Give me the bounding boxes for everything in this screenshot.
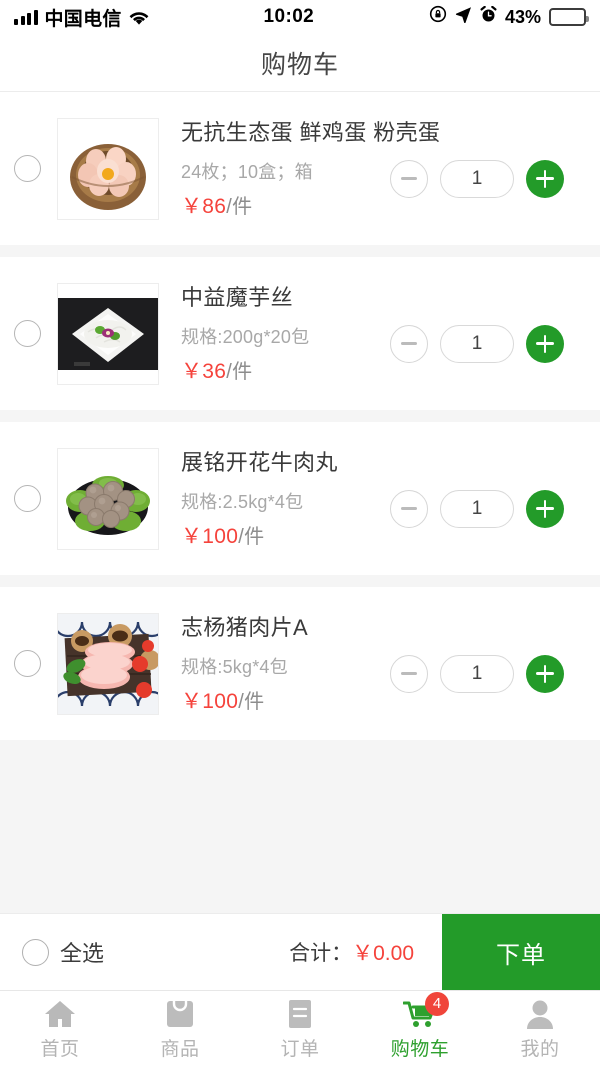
status-bar: 中国电信 10:02 43% <box>0 0 600 34</box>
tab-cart[interactable]: 4 购物车 <box>360 991 480 1067</box>
total-display: 合计：￥0.00 <box>104 937 442 967</box>
beef-balls-plate-image <box>58 449 158 549</box>
decrease-quantity-button[interactable] <box>390 160 428 198</box>
product-name: 志杨猪肉片A <box>181 613 582 639</box>
product-price: ￥100/件 <box>181 685 264 715</box>
tab-products-label: 商品 <box>160 1034 199 1061</box>
price-unit: /件 <box>226 196 252 218</box>
select-all-checkbox[interactable] <box>22 939 49 966</box>
cart-item-row[interactable]: 展铭开花牛肉丸 规格:2.5kg*4包 ￥100/件 1 <box>0 422 600 575</box>
alarm-clock-icon <box>480 6 497 29</box>
carrier-label: 中国电信 <box>45 4 122 31</box>
tab-orders-label: 订单 <box>280 1034 319 1061</box>
product-thumbnail[interactable] <box>57 283 159 385</box>
item-select-checkbox[interactable] <box>14 155 41 182</box>
wifi-icon <box>129 10 149 25</box>
product-thumbnail[interactable] <box>57 613 159 715</box>
item-select-checkbox[interactable] <box>14 485 41 512</box>
cart-badge-count: 4 <box>425 992 449 1016</box>
tab-cart-label: 购物车 <box>391 1034 450 1061</box>
cart-item-row[interactable]: 志杨猪肉片A 规格:5kg*4包 ￥100/件 1 <box>0 587 600 740</box>
increase-quantity-button[interactable] <box>526 325 564 363</box>
decrease-quantity-button[interactable] <box>390 325 428 363</box>
increase-quantity-button[interactable] <box>526 160 564 198</box>
product-info: 无抗生态蛋 鲜鸡蛋 粉壳蛋 24枚；10盒；箱 ￥86/件 1 <box>181 118 582 220</box>
decrease-quantity-button[interactable] <box>390 490 428 528</box>
total-label: 合计： <box>289 942 352 965</box>
checkout-bar: 全选 合计：￥0.00 下单 <box>0 913 600 990</box>
tab-home-label: 首页 <box>40 1034 79 1061</box>
price-unit: /件 <box>238 691 264 713</box>
product-price: ￥36/件 <box>181 355 252 385</box>
signal-bars-icon <box>14 10 38 25</box>
clock-label: 10:02 <box>149 6 429 28</box>
product-price: ￥86/件 <box>181 190 252 220</box>
product-thumbnail[interactable] <box>57 118 159 220</box>
quantity-stepper: 1 <box>390 490 564 528</box>
eggs-in-basket-image <box>58 119 158 219</box>
tab-profile[interactable]: 我的 <box>480 991 600 1067</box>
product-name: 无抗生态蛋 鲜鸡蛋 粉壳蛋 <box>181 118 582 144</box>
nav-bar: 购物车 <box>0 34 600 92</box>
price-unit: /件 <box>226 361 252 383</box>
cart-item-row[interactable]: 无抗生态蛋 鲜鸡蛋 粉壳蛋 24枚；10盒；箱 ￥86/件 1 <box>0 92 600 245</box>
price-value: ￥86 <box>181 195 226 218</box>
price-value: ￥100 <box>181 525 238 548</box>
battery-icon <box>549 8 586 26</box>
quantity-input[interactable]: 1 <box>440 325 514 363</box>
decrease-quantity-button[interactable] <box>390 655 428 693</box>
shopping-cart-icon: 4 <box>403 998 437 1030</box>
select-all-label: 全选 <box>60 936 104 968</box>
product-name: 中益魔芋丝 <box>181 283 582 309</box>
product-info: 志杨猪肉片A 规格:5kg*4包 ￥100/件 1 <box>181 613 582 715</box>
konjac-noodles-plate-image <box>58 284 158 384</box>
quantity-stepper: 1 <box>390 325 564 363</box>
product-thumbnail[interactable] <box>57 448 159 550</box>
price-value: ￥100 <box>181 690 238 713</box>
product-info: 中益魔芋丝 规格:200g*20包 ￥36/件 1 <box>181 283 582 385</box>
increase-quantity-button[interactable] <box>526 655 564 693</box>
quantity-stepper: 1 <box>390 160 564 198</box>
status-bar-right: 43% <box>429 5 586 29</box>
total-amount: ￥0.00 <box>352 942 414 965</box>
product-info: 展铭开花牛肉丸 规格:2.5kg*4包 ￥100/件 1 <box>181 448 582 550</box>
item-select-checkbox[interactable] <box>14 650 41 677</box>
quantity-input[interactable]: 1 <box>440 160 514 198</box>
tab-home[interactable]: 首页 <box>0 991 120 1067</box>
select-all-control[interactable]: 全选 <box>0 936 104 968</box>
pork-slices-board-image <box>58 614 158 714</box>
cart-item-list: 无抗生态蛋 鲜鸡蛋 粉壳蛋 24枚；10盒；箱 ￥86/件 1 <box>0 92 600 913</box>
shopping-bag-icon <box>163 998 197 1030</box>
rotation-lock-icon <box>429 5 447 29</box>
home-icon <box>43 998 77 1030</box>
submit-order-button[interactable]: 下单 <box>442 914 600 991</box>
cart-item-row[interactable]: 中益魔芋丝 规格:200g*20包 ￥36/件 1 <box>0 257 600 410</box>
page-title: 购物车 <box>261 45 339 81</box>
tab-orders[interactable]: 订单 <box>240 991 360 1067</box>
bottom-tab-bar: 首页 商品 订单 4 购物车 <box>0 990 600 1067</box>
location-arrow-icon <box>455 6 472 29</box>
price-unit: /件 <box>238 526 264 548</box>
status-bar-left: 中国电信 <box>14 4 149 31</box>
product-price: ￥100/件 <box>181 520 264 550</box>
product-name: 展铭开花牛肉丸 <box>181 448 582 474</box>
order-list-icon <box>283 998 317 1030</box>
price-value: ￥36 <box>181 360 226 383</box>
person-icon <box>523 998 557 1030</box>
tab-profile-label: 我的 <box>520 1034 559 1061</box>
tab-products[interactable]: 商品 <box>120 991 240 1067</box>
quantity-input[interactable]: 1 <box>440 490 514 528</box>
quantity-input[interactable]: 1 <box>440 655 514 693</box>
item-select-checkbox[interactable] <box>14 320 41 347</box>
increase-quantity-button[interactable] <box>526 490 564 528</box>
quantity-stepper: 1 <box>390 655 564 693</box>
battery-percent-label: 43% <box>505 7 541 28</box>
app-screen: 中国电信 10:02 43% 购物车 <box>0 0 600 1067</box>
